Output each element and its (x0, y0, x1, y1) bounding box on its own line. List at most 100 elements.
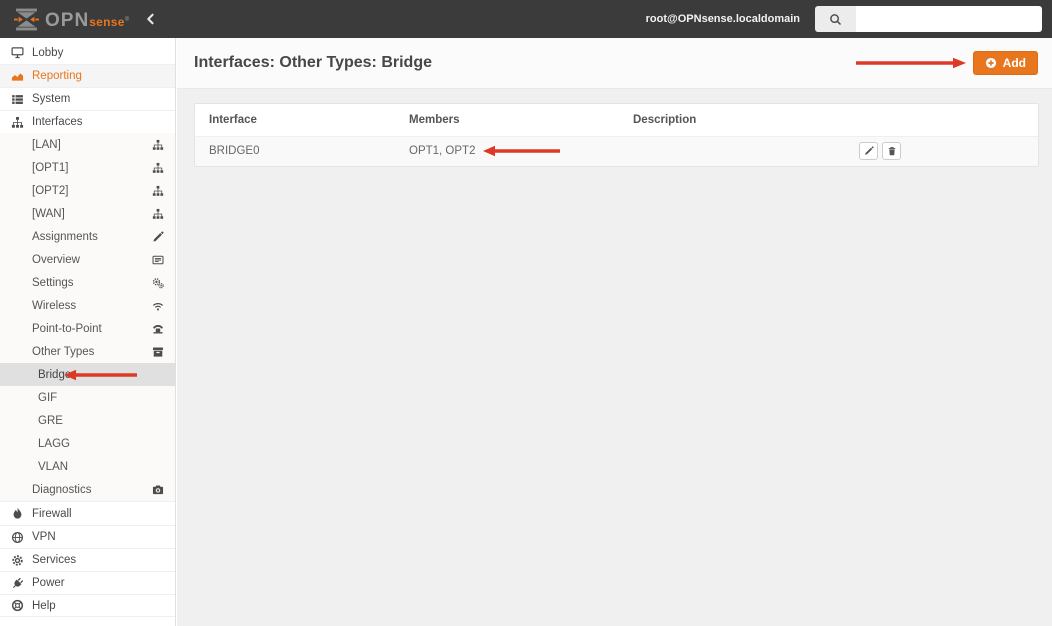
sitemap-icon (152, 139, 164, 151)
delete-row-button[interactable] (882, 142, 901, 161)
archive-icon (152, 346, 164, 358)
opnsense-logo-icon (13, 7, 40, 32)
edit-row-button[interactable] (859, 142, 878, 161)
page-title: Interfaces: Other Types: Bridge (194, 54, 432, 71)
search-input[interactable] (856, 6, 1042, 32)
chevron-left-icon (145, 13, 155, 25)
add-button[interactable]: Add (972, 51, 1038, 75)
globe-icon (10, 531, 24, 544)
wifi-icon (152, 300, 164, 312)
sidebar-navigation: Lobby Reporting System Interfaces [LAN] … (0, 38, 176, 626)
sidebar-item-gif[interactable]: GIF (0, 386, 175, 409)
sidebar-item-system[interactable]: System (0, 87, 175, 110)
sidebar-item-label: Services (32, 554, 77, 566)
sidebar-item-firewall[interactable]: Firewall (0, 502, 175, 525)
sidebar-item-label: VLAN (38, 460, 69, 473)
sidebar-item-label: VPN (32, 531, 56, 543)
sitemap-icon (152, 162, 164, 174)
page-title-band: Interfaces: Other Types: Bridge Add (177, 38, 1052, 89)
column-header-interface: Interface (209, 113, 257, 126)
plus-circle-icon (985, 57, 997, 69)
sidebar-item-reporting[interactable]: Reporting (0, 64, 175, 87)
trash-icon (887, 146, 897, 156)
table-row-bridge0: BRIDGE0 OPT1, OPT2 (195, 136, 1038, 166)
sidebar-collapse-button[interactable] (145, 13, 155, 25)
pencil-icon (864, 146, 874, 156)
cell-members: OPT1, OPT2 (395, 136, 619, 166)
sidebar-item-label: Reporting (32, 70, 82, 82)
th-list-icon (10, 93, 24, 106)
sidebar-item-label: [WAN] (32, 207, 65, 220)
column-header-actions (845, 104, 1038, 136)
sidebar-item-opt1[interactable]: [OPT1] (0, 156, 175, 179)
cell-actions (845, 136, 1038, 166)
sidebar-item-help[interactable]: Help (0, 594, 175, 617)
pencil-icon (152, 231, 164, 243)
sidebar-item-lobby[interactable]: Lobby (0, 41, 175, 64)
sitemap-icon (152, 185, 164, 197)
column-header-description: Description (633, 113, 697, 126)
sidebar-item-label: Wireless (32, 299, 77, 312)
sitemap-icon (152, 208, 164, 220)
sidebar-item-label: GIF (38, 391, 58, 404)
column-header-members: Members (409, 113, 460, 126)
sidebar-item-gre[interactable]: GRE (0, 409, 175, 432)
sidebar-item-interfaces[interactable]: Interfaces (0, 110, 175, 133)
bridge-table: Interface Members Description BRIDGE0 OP… (195, 104, 1038, 166)
opnsense-logo[interactable]: OPN sense ® (13, 7, 129, 32)
sidebar-item-label: Settings (32, 276, 74, 289)
opnsense-app-window: OPN sense ® root@OPNsense.localdomain Lo… (0, 0, 1052, 626)
sitemap-icon (10, 116, 24, 129)
cogs-icon (152, 277, 164, 289)
fire-icon (10, 507, 24, 520)
brand-registered-mark: ® (124, 16, 130, 23)
sidebar-item-label: Interfaces (32, 116, 83, 128)
sidebar-item-diagnostics[interactable]: Diagnostics (0, 478, 175, 501)
sidebar-item-label: System (32, 93, 71, 105)
table-header-row: Interface Members Description (195, 104, 1038, 136)
phone-icon (152, 323, 164, 335)
sidebar-item-vlan[interactable]: VLAN (0, 455, 175, 478)
sidebar-item-overview[interactable]: Overview (0, 248, 175, 271)
sidebar-item-assignments[interactable]: Assignments (0, 225, 175, 248)
sidebar-item-other-types[interactable]: Other Types (0, 340, 175, 363)
sidebar-item-label: LAGG (38, 437, 70, 450)
sidebar-item-point-to-point[interactable]: Point-to-Point (0, 317, 175, 340)
sidebar-item-label: [OPT1] (32, 161, 69, 174)
sidebar-item-lagg[interactable]: LAGG (0, 432, 175, 455)
sidebar-item-lan[interactable]: [LAN] (0, 133, 175, 156)
sidebar-item-label: Power (32, 577, 65, 589)
sidebar-item-label: [OPT2] (32, 184, 69, 197)
sidebar-item-label: Help (32, 599, 56, 612)
sidebar-item-opt2[interactable]: [OPT2] (0, 179, 175, 202)
list-alt-icon (152, 254, 164, 266)
sidebar-item-settings[interactable]: Settings (0, 271, 175, 294)
sidebar-item-label: GRE (38, 414, 63, 427)
members-value: OPT1, OPT2 (409, 145, 476, 158)
cell-description (619, 136, 845, 166)
global-search (815, 6, 1042, 32)
sidebar-item-services[interactable]: Services (0, 548, 175, 571)
sidebar-item-bridge[interactable]: Bridge (0, 363, 175, 386)
sidebar-item-label: Firewall (32, 507, 72, 520)
logged-in-user: root@OPNsense.localdomain (645, 13, 800, 25)
interfaces-submenu: [LAN] [OPT1] [OPT2] [WAN] Assignments Ov… (0, 133, 175, 502)
add-button-label: Add (1002, 56, 1026, 70)
brand-sense-text: sense (89, 14, 125, 29)
sidebar-item-label: [LAN] (32, 138, 61, 151)
sidebar-item-wan[interactable]: [WAN] (0, 202, 175, 225)
top-header-bar: OPN sense ® root@OPNsense.localdomain (0, 0, 1052, 38)
annotation-arrow-bridge (64, 369, 137, 380)
sidebar-item-label: Assignments (32, 230, 98, 243)
search-addon (815, 6, 856, 32)
sidebar-item-wireless[interactable]: Wireless (0, 294, 175, 317)
cell-interface: BRIDGE0 (209, 145, 260, 158)
brand-opn-text: OPN (45, 9, 90, 31)
sidebar-item-vpn[interactable]: VPN (0, 525, 175, 548)
sidebar-item-label: Other Types (32, 345, 95, 358)
sidebar-item-label: Lobby (32, 46, 64, 59)
main-content: Interfaces: Other Types: Bridge Add Inte… (177, 38, 1052, 626)
sidebar-item-power[interactable]: Power (0, 571, 175, 594)
gear-icon (10, 554, 24, 567)
plug-icon (10, 577, 24, 590)
